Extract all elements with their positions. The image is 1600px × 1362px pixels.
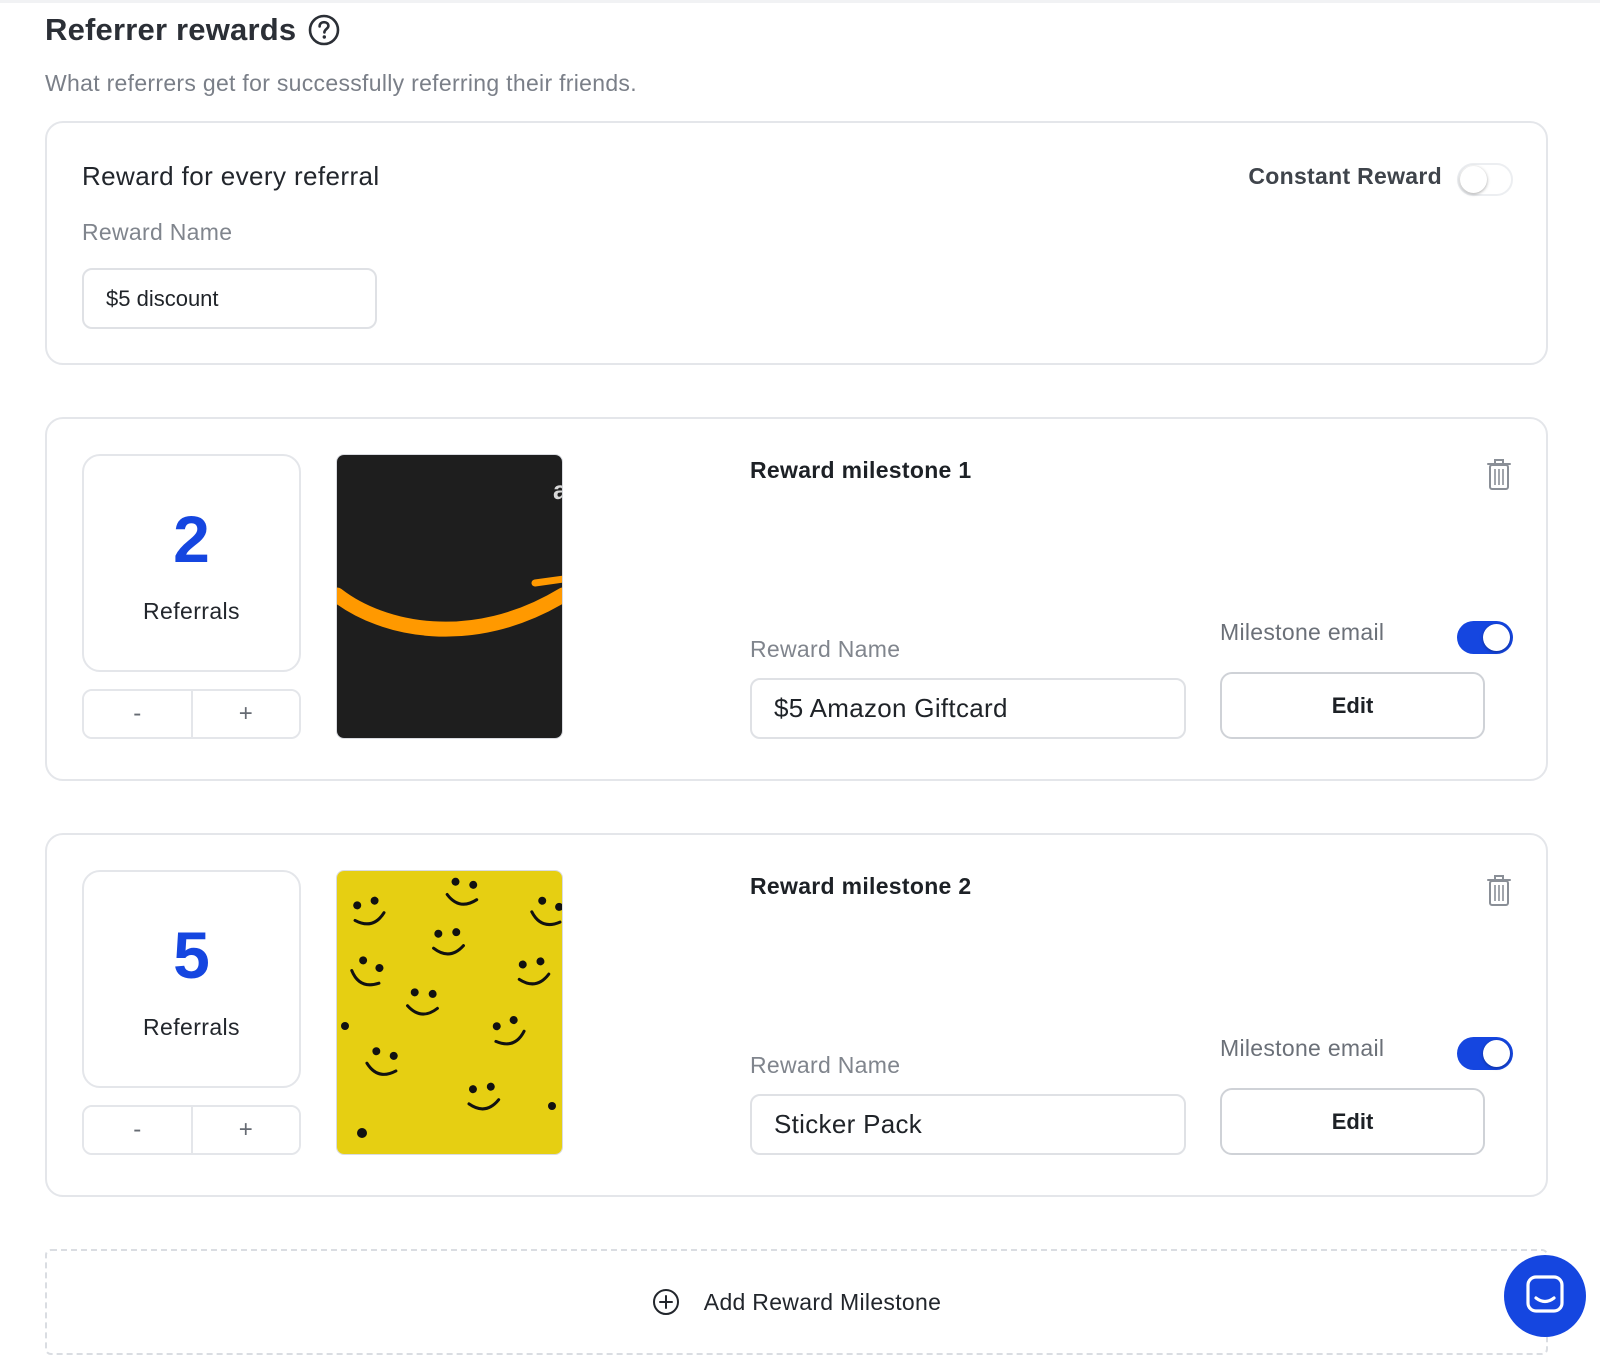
every-referral-card: Reward for every referral Reward Name Co…	[45, 121, 1548, 365]
milestone-reward-name-input[interactable]	[750, 1094, 1186, 1155]
milestone-email-label: Milestone email	[1220, 1035, 1385, 1061]
trash-icon[interactable]	[1485, 457, 1513, 491]
svg-text:a: a	[553, 475, 563, 505]
referral-count: 5	[173, 918, 210, 992]
plus-circle-icon	[652, 1288, 680, 1316]
edit-email-button[interactable]: Edit	[1220, 1088, 1485, 1155]
reward-name-label: Reward Name	[750, 1052, 901, 1078]
referral-count-stepper: - +	[82, 689, 301, 739]
milestone-card-1: 2 Referrals - + a Reward milestone 1 Rew…	[45, 417, 1548, 781]
milestone-title: Reward milestone 1	[750, 457, 972, 483]
referral-count: 2	[173, 502, 210, 576]
decrement-button[interactable]: -	[84, 691, 191, 737]
page-title: Referrer rewards	[45, 12, 297, 47]
constant-reward-label: Constant Reward	[1248, 163, 1442, 189]
reward-name-label: Reward Name	[82, 219, 233, 245]
every-referral-reward-name-input[interactable]	[82, 268, 377, 329]
increment-button[interactable]: +	[192, 1107, 299, 1153]
milestone-email-toggle[interactable]	[1457, 621, 1513, 654]
chat-icon	[1525, 1274, 1565, 1319]
referral-count-stepper: - +	[82, 1105, 301, 1155]
amazon-giftcard-image[interactable]: a	[336, 454, 563, 739]
question-circle-icon[interactable]	[308, 14, 340, 46]
referral-count-label: Referrals	[143, 1014, 240, 1040]
chat-launcher-button[interactable]	[1504, 1255, 1586, 1337]
every-referral-title: Reward for every referral	[82, 161, 380, 191]
milestone-reward-name-input[interactable]	[750, 678, 1186, 739]
milestone-card-2: 5 Referrals - + Reward milestone 2 Rewar…	[45, 833, 1548, 1197]
toggle-knob	[1483, 624, 1510, 651]
constant-reward-toggle[interactable]	[1457, 163, 1513, 196]
toggle-knob	[1483, 1040, 1510, 1067]
page-heading: Referrer rewards	[45, 12, 340, 48]
milestone-email-toggle[interactable]	[1457, 1037, 1513, 1070]
toggle-knob	[1460, 166, 1487, 193]
referral-count-box: 5 Referrals	[82, 870, 301, 1088]
milestone-title: Reward milestone 2	[750, 873, 972, 899]
top-divider	[0, 0, 1600, 3]
increment-button[interactable]: +	[192, 691, 299, 737]
decrement-button[interactable]: -	[84, 1107, 191, 1153]
page-subtitle: What referrers get for successfully refe…	[45, 70, 637, 96]
edit-email-button[interactable]: Edit	[1220, 672, 1485, 739]
referral-count-box: 2 Referrals	[82, 454, 301, 672]
add-reward-milestone-label: Add Reward Milestone	[703, 1288, 942, 1315]
referral-count-label: Referrals	[143, 598, 240, 624]
smiley-stickers-image[interactable]	[336, 870, 563, 1155]
milestone-email-label: Milestone email	[1220, 619, 1385, 645]
reward-name-label: Reward Name	[750, 636, 901, 662]
trash-icon[interactable]	[1485, 873, 1513, 907]
add-reward-milestone-button[interactable]: Add Reward Milestone	[45, 1249, 1548, 1355]
